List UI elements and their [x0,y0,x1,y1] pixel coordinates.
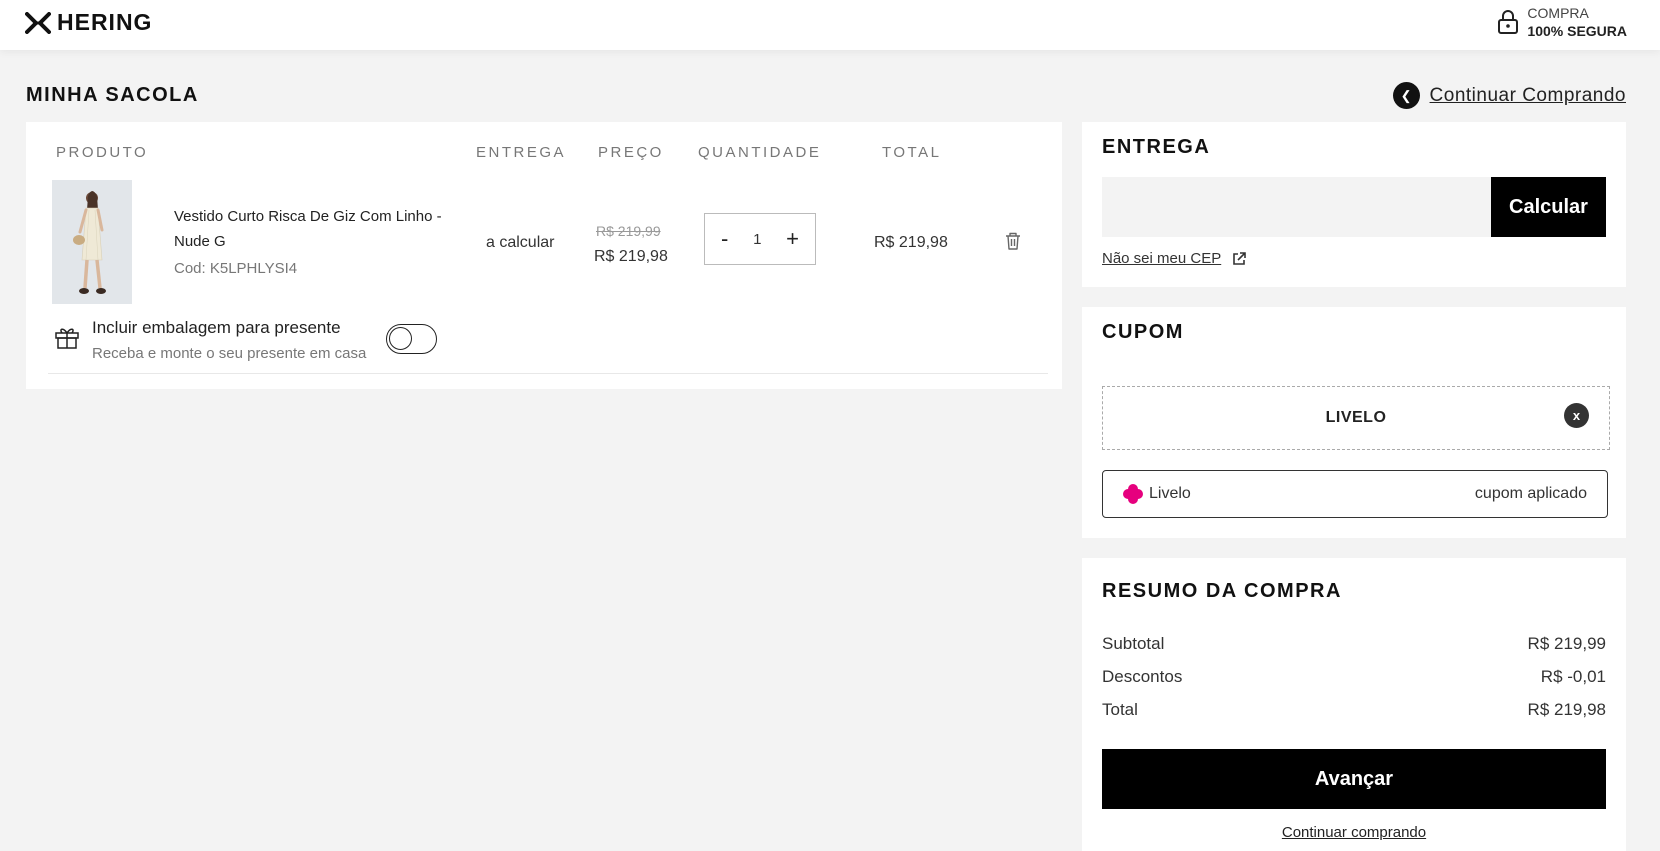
secure-label-line2: 100% SEGURA [1527,23,1627,39]
brand-name: HERING [57,9,153,35]
applied-coupon-name: Livelo [1149,485,1191,502]
toggle-knob [389,327,412,350]
chevron-left-icon: ❮ [1392,82,1420,109]
column-header-total: TOTAL [882,144,942,161]
quantity-value[interactable]: 1 [753,231,761,248]
continue-shopping-label: Continuar Comprando [1429,84,1626,106]
unknown-cep-label: Não sei meu CEP [1102,250,1222,267]
summary-row-discounts: Descontos R$ -0,01 [1102,667,1606,687]
brand-logo[interactable]: HERING [25,9,152,36]
gift-wrap-toggle[interactable] [386,324,437,354]
delivery-title: ENTREGA [1102,136,1211,158]
product-price-original: R$ 219,99 [596,223,661,239]
advance-button[interactable]: Avançar [1102,749,1606,809]
coupon-title: CUPOM [1102,321,1184,343]
cep-input[interactable] [1102,177,1492,237]
top-header: HERING COMPRA 100% SEGURA [0,0,1660,50]
secure-label-line1: COMPRA [1527,5,1589,21]
page-title: MINHA SACOLA [26,84,199,106]
remove-coupon-button[interactable]: x [1564,403,1589,428]
column-header-quantity: QUANTIDADE [698,144,822,161]
summary-value: R$ 219,99 [1527,634,1606,653]
continue-shopping-link[interactable]: ❮ Continuar Comprando [1392,82,1626,109]
summary-value: R$ 219,98 [1527,700,1606,719]
secure-purchase-badge: COMPRA 100% SEGURA [1497,4,1627,40]
coupon-field[interactable]: LIVELO x [1102,386,1610,450]
summary-label: Total [1102,700,1138,719]
quantity-increase-button[interactable]: + [786,228,799,250]
delivery-panel: ENTREGA Calcular Não sei meu CEP [1082,122,1626,287]
lock-icon [1498,10,1519,34]
hering-x-logo-icon [25,11,51,34]
applied-coupon-card: Livelo cupom aplicado [1102,470,1608,518]
summary-label: Subtotal [1102,634,1165,653]
order-summary-panel: RESUMO DA COMPRA Subtotal R$ 219,99 Desc… [1082,558,1626,851]
column-header-delivery: ENTREGA [476,144,567,161]
coupon-code: LIVELO [1325,409,1387,426]
divider [48,373,1048,374]
external-link-icon [1233,251,1247,265]
product-name[interactable]: Vestido Curto Risca De Giz Com Linho - N… [174,204,464,254]
continue-shopping-bottom-link[interactable]: Continuar comprando [1082,824,1626,841]
dress-product-photo [52,180,132,304]
summary-row-total: Total R$ 219,98 [1102,700,1606,720]
gift-wrap-subtitle: Receba e monte o seu presente em casa [92,345,367,362]
quantity-stepper: - 1 + [704,213,816,265]
livelo-logo-icon [1123,484,1143,504]
gift-icon [55,328,79,349]
summary-value: R$ -0,01 [1540,667,1606,686]
applied-coupon-status: cupom aplicado [1474,485,1587,502]
column-header-price: PREÇO [598,144,664,161]
coupon-panel: CUPOM LIVELO x Livelo cupom aplicado [1082,307,1626,538]
calculate-button[interactable]: Calcular [1491,177,1606,237]
gift-wrap-title: Incluir embalagem para presente [92,318,341,337]
trash-icon[interactable] [1004,231,1022,251]
product-image[interactable] [52,180,132,304]
summary-title: RESUMO DA COMPRA [1102,580,1342,602]
summary-row-subtotal: Subtotal R$ 219,99 [1102,634,1606,654]
product-code: Cod: K5LPHLYSI4 [174,260,298,277]
product-total: R$ 219,98 [874,234,948,251]
cart-panel: PRODUTO ENTREGA PREÇO QUANTIDADE TOTAL V… [26,122,1062,389]
unknown-cep-link[interactable]: Não sei meu CEP [1102,250,1247,267]
quantity-decrease-button[interactable]: - [721,228,728,250]
column-header-product: PRODUTO [56,144,149,161]
product-price-current: R$ 219,98 [594,248,668,265]
summary-label: Descontos [1102,667,1183,686]
product-delivery: a calcular [486,234,555,251]
